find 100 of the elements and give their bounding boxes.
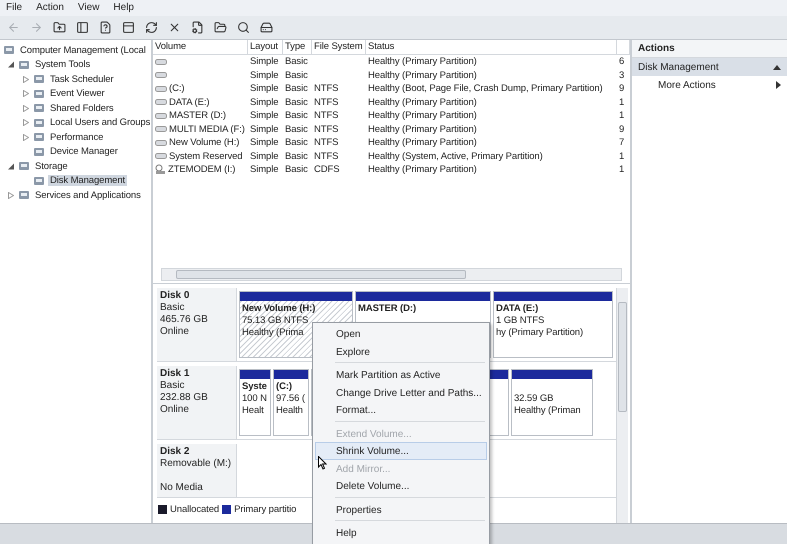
collapsed-arrow-icon[interactable]	[23, 76, 29, 83]
tree-item[interactable]: Computer Management (Local	[18, 44, 148, 56]
menu-item[interactable]: View	[78, 2, 100, 14]
expanded-arrow-icon[interactable]	[8, 162, 14, 170]
table-cell: Simple	[250, 70, 278, 81]
item-icon	[33, 146, 45, 158]
disk-info: Basic	[160, 302, 186, 314]
tree-item[interactable]: Services and Applications	[33, 190, 143, 201]
partition-size: 1 GB NTFS	[496, 315, 544, 327]
actions-section[interactable]: Disk Management	[632, 58, 787, 76]
disk-info: Basic	[160, 380, 186, 392]
table-cell: Healthy (Primary Partition)	[368, 124, 477, 135]
tree-item[interactable]: System Tools	[33, 59, 92, 70]
tree-item[interactable]: Performance	[48, 132, 106, 143]
tree-item[interactable]: Disk Management	[48, 175, 128, 186]
partition-status: hy (Primary Partition)	[496, 327, 584, 339]
disk-info: No Media	[160, 482, 204, 494]
collapsed-arrow-icon[interactable]	[23, 104, 29, 112]
table-cell: NTFS	[314, 150, 338, 162]
partition-block[interactable]: Syste 100 N Healt	[239, 369, 271, 436]
drive-icon	[155, 126, 167, 132]
properties-icon	[190, 21, 204, 34]
column-header[interactable]: Status	[366, 40, 617, 55]
partition-bar	[240, 370, 270, 379]
menu-item[interactable]: File	[6, 2, 22, 14]
table-cell: Simple	[250, 124, 278, 135]
menu-item[interactable]: Help	[113, 2, 134, 14]
disk-label: Disk 2	[160, 446, 190, 458]
forward-icon	[30, 21, 42, 34]
partition-block[interactable]: (C:) 97.56 ( Health	[273, 369, 309, 436]
menu-item[interactable]: Shrink Volume...	[315, 442, 487, 460]
item-icon	[33, 116, 45, 129]
menu-item[interactable]: Delete Volume...	[315, 477, 487, 494]
table-cell: Simple	[250, 83, 278, 94]
menu-item[interactable]: Change Drive Letter and Paths...	[315, 384, 487, 401]
disk-info: Removable (M:)	[160, 458, 232, 470]
collapsed-arrow-icon[interactable]	[23, 119, 29, 126]
partition-bar	[274, 370, 308, 379]
partition-block[interactable]: 32.59 GB Healthy (Priman	[511, 369, 593, 436]
table-cell: Healthy (Boot, Page File, Crash Dump, Primary Partition)	[368, 83, 603, 94]
menu-item[interactable]: Mark Partition as Active	[315, 366, 487, 384]
expanded-arrow-icon[interactable]	[8, 61, 14, 68]
help-icon	[98, 21, 112, 34]
table-cell: Simple	[250, 96, 278, 108]
tree-item[interactable]: Shared Folders	[48, 102, 116, 114]
menu-item[interactable]: Action	[36, 2, 64, 14]
tree-item[interactable]: Task Scheduler	[48, 74, 116, 85]
table-cell: 9	[619, 83, 624, 94]
partition-size: 32.59 GB	[514, 393, 554, 405]
table-cell: 6	[619, 56, 624, 68]
table-cell: DATA (E:)	[169, 96, 210, 108]
collapsed-arrow-icon[interactable]	[23, 90, 29, 98]
table-cell: 7	[619, 137, 624, 148]
item-icon	[3, 44, 15, 56]
item-icon	[33, 131, 45, 144]
table-cell: Simple	[250, 164, 278, 176]
menu-item[interactable]: Help	[315, 524, 487, 542]
search-icon	[236, 21, 250, 34]
table-cell: Simple	[250, 150, 278, 162]
tree-item[interactable]: Storage	[33, 160, 70, 172]
actions-header: Actions	[632, 40, 787, 58]
disk-info: 232.88 GB	[160, 392, 209, 404]
vertical-scrollbar[interactable]	[616, 288, 628, 523]
collapsed-arrow-icon[interactable]	[8, 192, 14, 199]
drive-icon	[260, 21, 272, 34]
column-header[interactable]: Type	[283, 40, 312, 55]
partition-name: New Volume (H:)	[242, 303, 316, 315]
cd-drive-icon	[155, 164, 166, 176]
partition-name: MASTER (D:)	[358, 303, 416, 315]
collapsed-arrow-icon[interactable]	[23, 134, 29, 141]
table-cell: 1	[619, 96, 624, 108]
table-cell: Healthy (Primary Partition)	[368, 56, 477, 68]
table-cell: Basic	[285, 124, 308, 135]
table-cell: NTFS	[314, 96, 338, 108]
table-cell: NTFS	[314, 83, 338, 94]
tree-item[interactable]: Local Users and Groups	[48, 117, 151, 128]
table-cell: Basic	[285, 110, 308, 122]
menu-item[interactable]: Properties	[315, 500, 487, 518]
menu-item[interactable]: Format...	[315, 401, 487, 418]
column-header[interactable]: File System	[312, 40, 366, 55]
tree-item[interactable]: Event Viewer	[48, 88, 107, 100]
drive-icon	[155, 86, 167, 92]
partition-name: Syste	[242, 381, 267, 393]
drive-icon	[155, 99, 167, 106]
action-item[interactable]: More Actions	[632, 76, 787, 94]
table-cell: (C:)	[169, 83, 184, 94]
table-cell: ZTEMODEM (I:)	[168, 164, 236, 176]
item-icon	[33, 88, 45, 100]
folder-icon	[214, 21, 226, 34]
column-header[interactable]: Volume	[153, 40, 248, 55]
partition-block[interactable]: DATA (E:) 1 GB NTFS hy (Primary Partition)	[493, 291, 613, 358]
table-cell: Simple	[250, 110, 278, 122]
partition-status: Healthy (Priman	[514, 405, 581, 417]
tree-item[interactable]: Device Manager	[48, 146, 120, 158]
horizontal-scrollbar[interactable]	[161, 268, 622, 281]
disk-info: 465.76 GB	[160, 314, 209, 326]
cursor-icon	[318, 456, 327, 470]
table-cell: System Reserved	[169, 150, 242, 162]
column-header[interactable]: Layout	[248, 40, 283, 55]
legend-label: Primary partitio	[234, 504, 296, 514]
